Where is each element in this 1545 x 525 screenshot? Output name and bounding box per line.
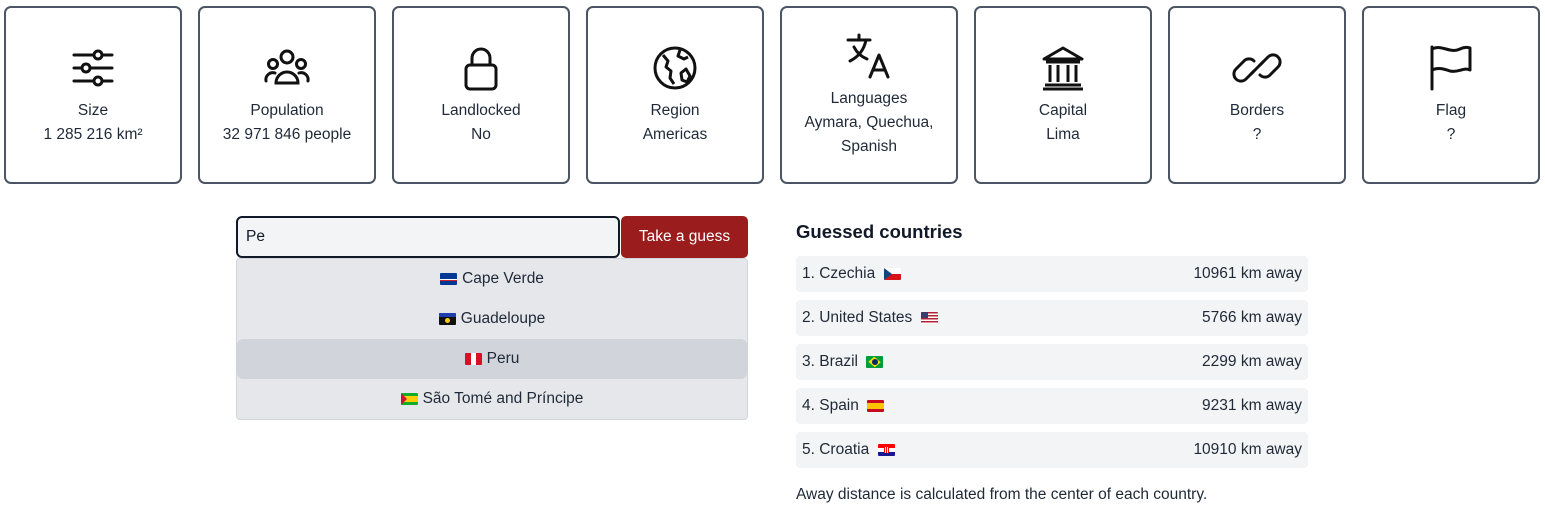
suggestion-label: Cape Verde <box>462 270 544 287</box>
suggestion-label: São Tomé and Príncipe <box>422 390 584 407</box>
peru-flag <box>464 353 482 365</box>
suggestion-label: Guadeloupe <box>460 310 546 327</box>
guess-row: 2. United States 5766 km away <box>796 300 1308 336</box>
hint-label: Flag <box>1435 102 1467 119</box>
hint-label: Size <box>77 102 109 119</box>
flag-icon <box>1426 43 1476 93</box>
hint-value: Lima <box>1046 126 1080 143</box>
guess-distance: 9231 km away <box>1202 397 1302 414</box>
guess-distance: 10910 km away <box>1193 441 1302 458</box>
sliders-icon <box>68 43 118 93</box>
guess-country-name: 5. Croatia <box>802 441 870 458</box>
take-a-guess-button[interactable]: Take a guess <box>621 216 748 258</box>
guess-country: 4. Spain <box>802 397 889 415</box>
guess-country: 3. Brazil <box>802 353 888 371</box>
guadeloupe-flag <box>438 313 456 325</box>
guess-distance: 5766 km away <box>1202 309 1302 326</box>
hint-value: Aymara, Quechua, Spanish <box>804 114 934 155</box>
hint-card-capital: Capital Lima <box>974 6 1152 184</box>
suggestion-item[interactable]: Guadeloupe <box>237 299 747 339</box>
spain-flag <box>867 399 885 412</box>
croatia-flag <box>877 443 895 456</box>
people-icon <box>262 43 312 93</box>
guess-distance: 10961 km away <box>1193 265 1302 282</box>
guess-country: 1. Czechia <box>802 265 906 283</box>
hint-value: 32 971 846 people <box>222 126 352 143</box>
hint-card-borders: Borders ? <box>1168 6 1346 184</box>
hint-label: Borders <box>1229 102 1285 119</box>
sao-tome-flag <box>400 393 418 405</box>
hint-value: ? <box>1446 126 1456 143</box>
guess-row: 5. Croatia 10910 km away <box>796 432 1308 468</box>
bank-icon <box>1038 43 1088 93</box>
hint-value: No <box>471 126 491 143</box>
guess-row: 1. Czechia 10961 km away <box>796 256 1308 292</box>
hint-value: Americas <box>642 126 708 143</box>
distance-note: Away distance is calculated from the cen… <box>796 486 1208 503</box>
globe-icon <box>650 43 700 93</box>
guess-row: 4. Spain 9231 km away <box>796 388 1308 424</box>
hint-cards: Size 1 285 216 km² Population 32 971 846… <box>4 6 1540 184</box>
guessed-countries-panel: Guessed countries 1. Czechia 10961 km aw… <box>796 220 1308 468</box>
hint-label: Capital <box>1038 102 1088 119</box>
hint-card-languages: Languages Aymara, Quechua, Spanish <box>780 6 958 184</box>
cape-verde-flag <box>440 273 458 285</box>
guess-country-name: 1. Czechia <box>802 265 876 282</box>
hint-card-flag: Flag ? <box>1362 6 1540 184</box>
czechia-flag <box>883 267 901 280</box>
guess-country-name: 3. Brazil <box>802 353 858 370</box>
hint-label: Region <box>650 102 700 119</box>
suggestion-label: Peru <box>486 350 520 367</box>
translate-icon <box>844 31 894 81</box>
hint-card-region: Region Americas <box>586 6 764 184</box>
lock-icon <box>456 43 506 93</box>
hint-label: Population <box>250 102 324 119</box>
suggestion-item-highlighted[interactable]: Peru <box>237 339 747 379</box>
hint-label: Landlocked <box>441 102 521 119</box>
guess-distance: 2299 km away <box>1202 353 1302 370</box>
brazil-flag <box>866 355 884 368</box>
guess-country: 2. United States <box>802 309 943 327</box>
guessed-countries-title: Guessed countries <box>796 221 963 242</box>
guess-country: 5. Croatia <box>802 441 900 459</box>
hint-value: 1 285 216 km² <box>43 126 143 143</box>
link-icon <box>1232 43 1282 93</box>
suggestion-item[interactable]: São Tomé and Príncipe <box>237 379 747 419</box>
guess-country-name: 2. United States <box>802 309 913 326</box>
hint-card-size: Size 1 285 216 km² <box>4 6 182 184</box>
hint-label: Languages <box>830 90 908 107</box>
us-flag <box>920 311 938 324</box>
country-search-input[interactable] <box>236 216 620 258</box>
guess-row: 3. Brazil 2299 km away <box>796 344 1308 380</box>
hint-value: ? <box>1252 126 1262 143</box>
guess-country-name: 4. Spain <box>802 397 859 414</box>
hint-card-population: Population 32 971 846 people <box>198 6 376 184</box>
hint-card-landlocked: Landlocked No <box>392 6 570 184</box>
suggestion-item[interactable]: Cape Verde <box>237 259 747 299</box>
suggestion-dropdown: Cape Verde Guadeloupe Peru São Tomé and … <box>236 258 748 420</box>
